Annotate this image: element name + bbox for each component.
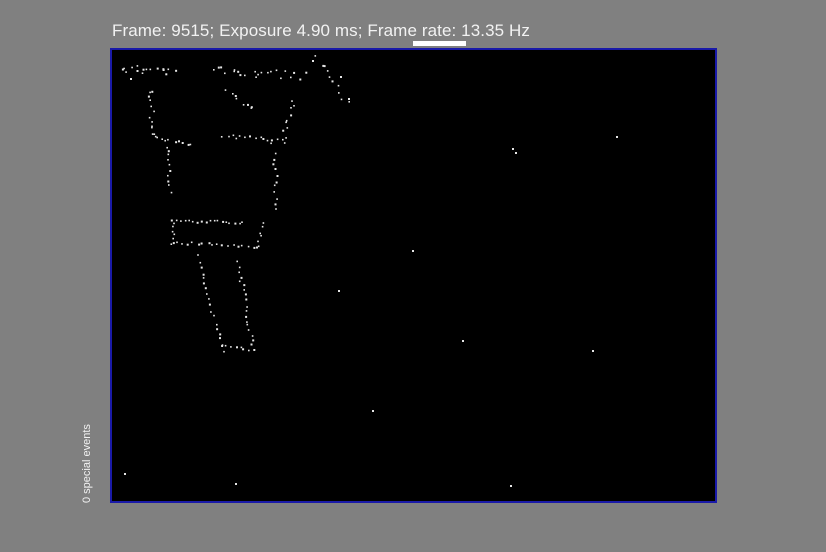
activity-indicator-bar xyxy=(413,41,466,46)
viewer-window: Frame: 9515; Exposure 4.90 ms; Frame rat… xyxy=(0,0,826,552)
event-display-canvas[interactable] xyxy=(110,48,717,503)
event-pixels xyxy=(121,55,618,487)
frame-status-text: Frame: 9515; Exposure 4.90 ms; Frame rat… xyxy=(112,21,531,40)
special-events-label: 0 special events xyxy=(81,424,93,503)
